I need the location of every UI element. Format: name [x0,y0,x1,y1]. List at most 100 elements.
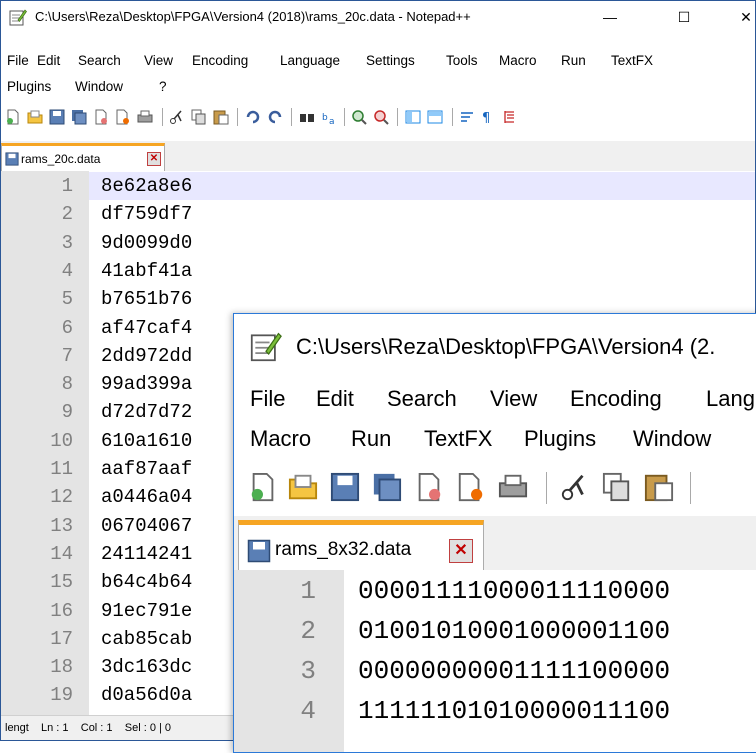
tab-bar: rams_8x32.data ✕ [234,516,756,570]
toolbar-separator [344,108,345,126]
line-number: 13 [50,514,73,537]
menu-file[interactable]: File [7,53,29,68]
copy-icon[interactable] [602,472,632,502]
copy-icon[interactable] [191,109,207,125]
close-window-button[interactable]: ✕ [723,3,755,31]
new-file-icon[interactable] [5,109,21,125]
save-all-icon[interactable] [71,109,87,125]
menu-encoding[interactable]: Encoding [570,386,662,412]
find-icon[interactable] [299,109,315,125]
code-line[interactable]: 41abf41a [101,260,192,282]
line-number: 6 [61,316,73,339]
redo-icon[interactable] [267,109,283,125]
menu-help[interactable]: ? [159,79,167,94]
menu-textfx[interactable]: TextFX [611,53,653,68]
zoom-in-icon[interactable] [351,109,367,125]
notepadpp-icon [250,332,282,362]
menu-file[interactable]: File [250,386,285,412]
title-bar[interactable]: C:\Users\Reza\Desktop\FPGA\Version4 (2. [234,314,756,382]
code-line[interactable]: 91ec791e [101,600,192,622]
code-line[interactable]: cab85cab [101,628,192,650]
sync-h-icon[interactable] [427,109,443,125]
cut-icon[interactable] [560,472,590,502]
wrap-icon[interactable] [459,109,475,125]
menu-search[interactable]: Search [387,386,457,412]
menu-macro[interactable]: Macro [499,53,537,68]
save-icon[interactable] [49,109,65,125]
code-line[interactable]: aaf87aaf [101,458,192,480]
code-line[interactable]: 8e62a8e6 [101,175,192,197]
code-line[interactable]: df759df7 [101,203,192,225]
menu-textfx[interactable]: TextFX [424,426,492,452]
toolbar-separator [397,108,398,126]
code-line[interactable]: 3dc163dc [101,656,192,678]
code-line[interactable]: 2dd972dd [101,345,192,367]
menu-settings[interactable]: Settings [366,53,415,68]
code-line[interactable]: a0446a04 [101,486,192,508]
close-all-icon[interactable] [456,472,486,502]
editor-area[interactable]: 1 00001111000011110000 2 010010100010000011… [234,570,756,752]
code-line[interactable]: af47caf4 [101,317,192,339]
line-number: 4 [61,259,73,282]
code-line[interactable]: 24114241 [101,543,192,565]
notepadpp-window-rams-8x32[interactable]: C:\Users\Reza\Desktop\FPGA\Version4 (2. … [233,313,756,753]
menu-bar-row2: Macro Run TextFX Plugins Window [234,426,756,456]
code-line[interactable]: 11111101010000011100 [358,696,670,726]
menu-run[interactable]: Run [561,53,586,68]
code-line[interactable]: 01001010001000001100 [358,616,670,646]
indent-guide-icon[interactable] [501,109,517,125]
code-line[interactable]: 99ad399a [101,373,192,395]
show-all-chars-icon[interactable]: ¶ [479,109,495,125]
save-all-icon[interactable] [372,472,402,502]
save-icon[interactable] [330,472,360,502]
menu-edit[interactable]: Edit [316,386,354,412]
code-line[interactable]: d72d7d72 [101,401,192,423]
code-line[interactable]: d0a56d0a [101,684,192,706]
maximize-button[interactable]: ☐ [661,3,707,31]
code-line[interactable]: 00001111000011110000 [358,576,670,606]
tab-rams-8x32[interactable]: rams_8x32.data ✕ [238,520,484,570]
code-line[interactable]: b7651b76 [101,288,192,310]
replace-icon[interactable]: ba [321,109,337,125]
menu-view[interactable]: View [490,386,537,412]
paste-icon[interactable] [644,472,674,502]
print-icon[interactable] [498,472,528,502]
title-bar[interactable]: C:\Users\Reza\Desktop\FPGA\Version4 (201… [1,1,755,33]
new-file-icon[interactable] [248,472,278,502]
tab-close-icon[interactable]: ✕ [147,152,161,166]
menu-plugins[interactable]: Plugins [7,79,51,94]
close-all-icon[interactable] [115,109,131,125]
menu-edit[interactable]: Edit [37,53,60,68]
code-line[interactable]: 610a1610 [101,430,192,452]
menu-language[interactable]: Language [280,53,340,68]
menu-window[interactable]: Window [633,426,711,452]
menu-run[interactable]: Run [351,426,391,452]
minimize-button[interactable]: — [587,3,633,31]
sync-v-icon[interactable] [405,109,421,125]
menu-macro[interactable]: Macro [250,426,311,452]
tab-rams-20c[interactable]: rams_20c.data ✕ [1,143,165,171]
menu-encoding[interactable]: Encoding [192,53,248,68]
menu-tools[interactable]: Tools [446,53,478,68]
menu-language[interactable]: Lang [706,386,755,412]
print-icon[interactable] [137,109,153,125]
open-file-icon[interactable] [27,109,43,125]
code-line[interactable]: 9d0099d0 [101,232,192,254]
cut-icon[interactable] [169,109,185,125]
paste-icon[interactable] [213,109,229,125]
code-line[interactable]: 06704067 [101,515,192,537]
menu-window[interactable]: Window [75,79,123,94]
svg-text:b: b [322,113,328,123]
close-icon[interactable] [93,109,109,125]
open-file-icon[interactable] [288,472,318,502]
menu-plugins[interactable]: Plugins [524,426,596,452]
close-icon[interactable] [414,472,444,502]
line-number: 19 [50,684,73,707]
undo-icon[interactable] [245,109,261,125]
zoom-out-icon[interactable] [373,109,389,125]
code-line[interactable]: 00000000001111100000 [358,656,670,686]
tab-close-icon[interactable]: ✕ [449,539,473,563]
menu-search[interactable]: Search [78,53,121,68]
menu-view[interactable]: View [144,53,173,68]
code-line[interactable]: b64c4b64 [101,571,192,593]
